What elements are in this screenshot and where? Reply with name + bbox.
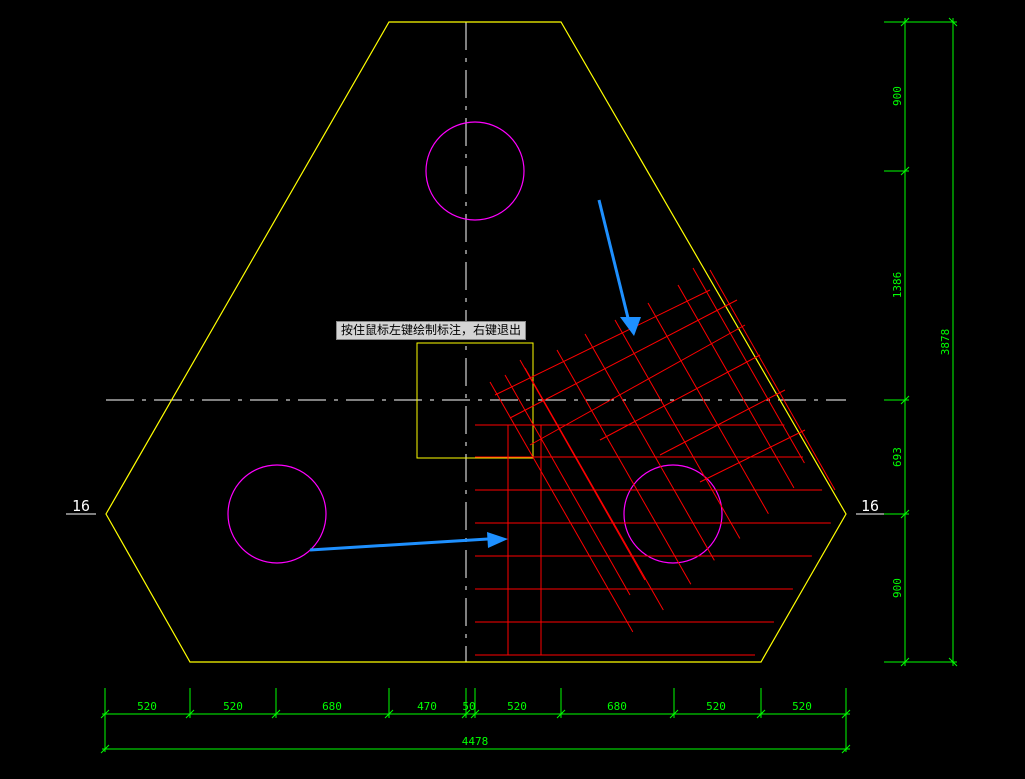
dim-bottom-3: 680 bbox=[322, 700, 342, 713]
rebar-diagonal-3 bbox=[556, 349, 692, 585]
dim-right-total: 3878 bbox=[939, 329, 952, 356]
dim-bottom-6: 520 bbox=[507, 700, 527, 713]
section-mark-right-label: 16 bbox=[861, 497, 879, 515]
rebar-anti-diagonal-5 bbox=[699, 429, 806, 483]
dimension-texts: 520 520 680 470 50 520 680 520 520 4478 … bbox=[137, 86, 952, 748]
dim-bottom-7: 680 bbox=[607, 700, 627, 713]
command-tooltip: 按住鼠标左键绘制标注，右键退出 bbox=[336, 321, 527, 340]
dim-bottom-2: 520 bbox=[223, 700, 243, 713]
dim-bottom-4: 470 bbox=[417, 700, 437, 713]
dim-right-3: 693 bbox=[891, 447, 904, 467]
rebar-diagonal-extra-2 bbox=[504, 374, 631, 596]
hole-left bbox=[227, 464, 327, 564]
rebar-anti-diagonal-3 bbox=[599, 354, 761, 441]
rebar-mesh bbox=[475, 267, 836, 656]
rebar-diagonal-5 bbox=[614, 319, 741, 539]
rebar-diagonal-4 bbox=[584, 333, 715, 561]
section-mark-right: 16 bbox=[856, 497, 884, 515]
dim-right-2: 1386 bbox=[891, 272, 904, 299]
arrow-bottom-shaft bbox=[309, 537, 489, 552]
rebar-diagonal-8 bbox=[692, 267, 805, 464]
section-mark-left-label: 16 bbox=[72, 497, 90, 515]
dim-bottom-5: 50 bbox=[462, 700, 475, 713]
rebar-anti-diagonal-2 bbox=[529, 324, 746, 446]
cad-drawing-canvas[interactable]: 16 16 520 520 680 470 50 520 680 520 520… bbox=[0, 0, 1025, 779]
dim-bottom-9: 520 bbox=[792, 700, 812, 713]
dim-right-4: 900 bbox=[891, 578, 904, 598]
arrow-top-shaft bbox=[597, 199, 630, 319]
section-mark-left: 16 bbox=[66, 497, 96, 515]
rebar-diagonal-extra-1 bbox=[519, 359, 646, 581]
dim-bottom-1: 520 bbox=[137, 700, 157, 713]
arrow-bottom-head bbox=[487, 532, 508, 548]
dim-bottom-8: 520 bbox=[706, 700, 726, 713]
dim-right-1: 900 bbox=[891, 86, 904, 106]
dimension-lines bbox=[100, 17, 958, 754]
dim-bottom-total: 4478 bbox=[462, 735, 489, 748]
rebar-diagonal-1 bbox=[489, 381, 634, 633]
arrow-top-head bbox=[620, 317, 641, 336]
rebar-anti-diagonal-4 bbox=[659, 389, 786, 456]
annotation-arrows bbox=[309, 199, 641, 552]
hole-top bbox=[425, 121, 525, 221]
